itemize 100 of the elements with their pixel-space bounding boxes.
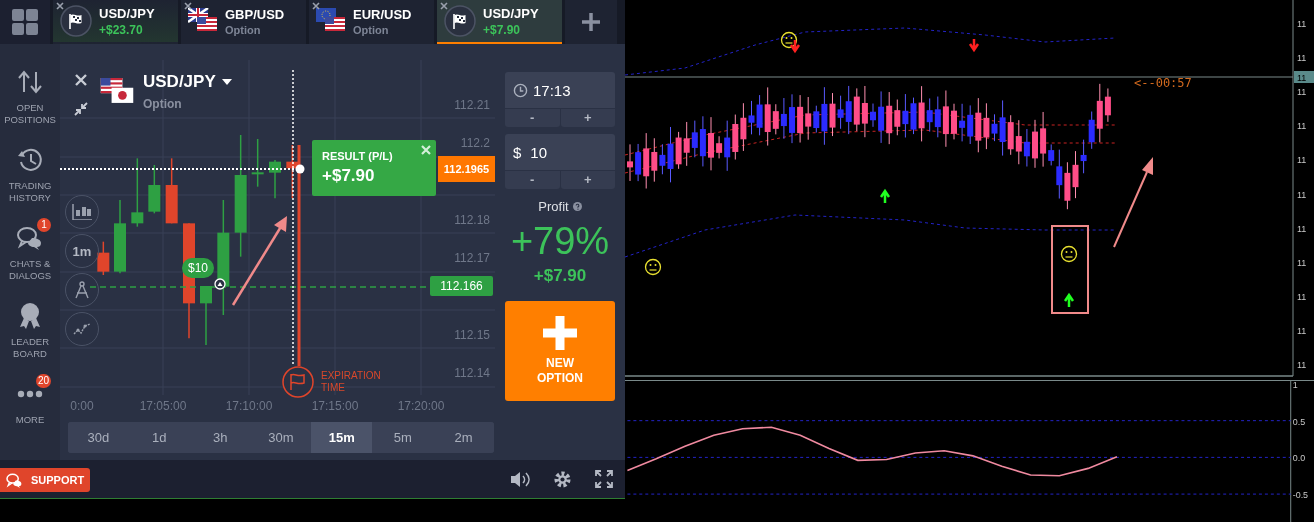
decrease-button[interactable]: - [505, 171, 560, 189]
price-axis-label: 11 [1297, 87, 1307, 98]
candle [1032, 119, 1038, 169]
collapse-icon[interactable] [74, 102, 88, 116]
tab-subtitle: +$23.70 [99, 22, 144, 37]
grid-icon [12, 9, 38, 35]
caret-icon[interactable] [221, 79, 232, 85]
candle [789, 93, 795, 144]
notification-badge: 20 [35, 374, 51, 388]
flags-icon [316, 8, 346, 34]
price-label: 112.21 [454, 98, 490, 112]
axis-tick-label: 1 [1292, 380, 1298, 390]
increase-button[interactable]: + [560, 109, 615, 127]
strike-price-tag: 112.166 [430, 276, 493, 296]
axis-tick-label: -0.5 [1292, 490, 1309, 501]
chat-icon [17, 226, 43, 250]
profit-percent: +79% [509, 219, 611, 264]
price-axis-label: 11 [1297, 257, 1307, 268]
plus-icon [543, 316, 577, 350]
add-tab-button[interactable] [565, 0, 617, 44]
arrows-icon [17, 70, 43, 94]
time-label: 17:10:00 [225, 399, 273, 413]
candle [627, 143, 633, 182]
flag-icon [60, 5, 92, 37]
price-label: 112.18 [454, 213, 490, 227]
plus-icon [582, 13, 600, 31]
time-label: 0:00 [70, 399, 94, 413]
current-price-label: 11 [1294, 71, 1314, 83]
price-axis-label: 11 [1297, 155, 1307, 166]
price-axis-label: 11 [1297, 223, 1307, 234]
time-label: 17:05:00 [139, 399, 187, 413]
up-arrow-icon [879, 188, 891, 205]
candle [269, 159, 281, 200]
tab-subtitle: +$7.90 [483, 22, 522, 37]
investment-label: $10 [182, 258, 215, 278]
close-icon[interactable] [312, 2, 320, 10]
asset-tab[interactable]: USD/JPY +$23.70 [53, 0, 178, 44]
close-icon[interactable] [75, 74, 87, 86]
candle [165, 157, 178, 225]
sidebar-item[interactable]: LEADER BOARD [0, 294, 60, 366]
price-label: 112.14 [454, 366, 490, 380]
timer-label: <--00:57 [1134, 76, 1192, 90]
asset-type: Option [143, 97, 182, 111]
up-arrow-icon [1063, 292, 1075, 309]
price-axis-label: 11 [1297, 325, 1307, 336]
line-chart-icon [73, 322, 91, 336]
help-icon[interactable] [572, 202, 582, 211]
time-label: 17:15:00 [311, 399, 359, 413]
smiley-icon [780, 31, 798, 49]
profit-label: Profit [538, 199, 569, 214]
asset-tab[interactable]: EUR/USD Option [309, 0, 434, 44]
time-label: 17:20:00 [397, 399, 445, 413]
close-icon[interactable] [56, 2, 64, 10]
down-arrow-icon [968, 37, 980, 53]
smiley-icon [1060, 245, 1078, 263]
tab-title: GBP/USD [225, 6, 285, 22]
tab-title: USD/JPY [483, 5, 539, 21]
tab-title: EUR/USD [353, 6, 412, 22]
decrease-button[interactable]: - [505, 109, 560, 127]
settings-icon[interactable] [554, 470, 571, 488]
more-icon [17, 390, 43, 398]
asset-tab[interactable]: USD/JPY +$7.90 [437, 0, 562, 44]
increase-button[interactable]: + [560, 171, 615, 189]
price-axis-label: 11 [1297, 189, 1307, 200]
fullscreen-icon[interactable] [595, 470, 613, 488]
price-axis-label: 11 [1297, 121, 1307, 132]
asset-selector[interactable]: USD/JPY [143, 72, 216, 92]
close-icon[interactable] [184, 2, 192, 10]
amount-field[interactable]: $ 10 [505, 134, 615, 170]
menu-button[interactable] [0, 0, 50, 44]
sidebar-item[interactable]: 1 CHATS & DIALOGS [0, 216, 60, 288]
expiration-label: EXPIRATION TIME [321, 370, 382, 394]
candle [951, 103, 957, 140]
speaker-icon[interactable] [510, 470, 530, 488]
flags-icon [100, 78, 134, 104]
price-dot [295, 164, 305, 174]
profit-amount: +$7.90 [532, 266, 588, 286]
axis-tick-label: 0.0 [1292, 453, 1306, 464]
sidebar-item[interactable]: OPEN POSITIONS [0, 60, 60, 132]
candle [97, 240, 110, 276]
smiley-icon [644, 258, 662, 276]
price-axis-label: 11 [1297, 360, 1307, 370]
support-button[interactable]: SUPPORT [0, 468, 90, 492]
price-axis-label: 11 [1297, 53, 1307, 64]
candle [148, 164, 161, 215]
tab-title: USD/JPY [99, 5, 155, 21]
clock-icon [513, 82, 528, 98]
sidebar-item[interactable]: 20 MORE [0, 372, 60, 444]
medal-icon [18, 302, 42, 330]
entry-marker-icon [214, 278, 226, 290]
down-arrow-icon [789, 38, 801, 54]
price-axis-label: 11 [1297, 291, 1307, 302]
asset-tab[interactable]: GBP/USD Option [181, 0, 306, 44]
time-range-tab[interactable]: 15m [311, 422, 373, 453]
notification-badge: 1 [37, 218, 51, 232]
sidebar-item[interactable]: TRADING HISTORY [0, 138, 60, 210]
price-label: 112.2 [460, 136, 490, 150]
candle [870, 103, 876, 128]
expiry-field[interactable]: 17:13 [505, 72, 615, 108]
history-icon [17, 147, 43, 173]
